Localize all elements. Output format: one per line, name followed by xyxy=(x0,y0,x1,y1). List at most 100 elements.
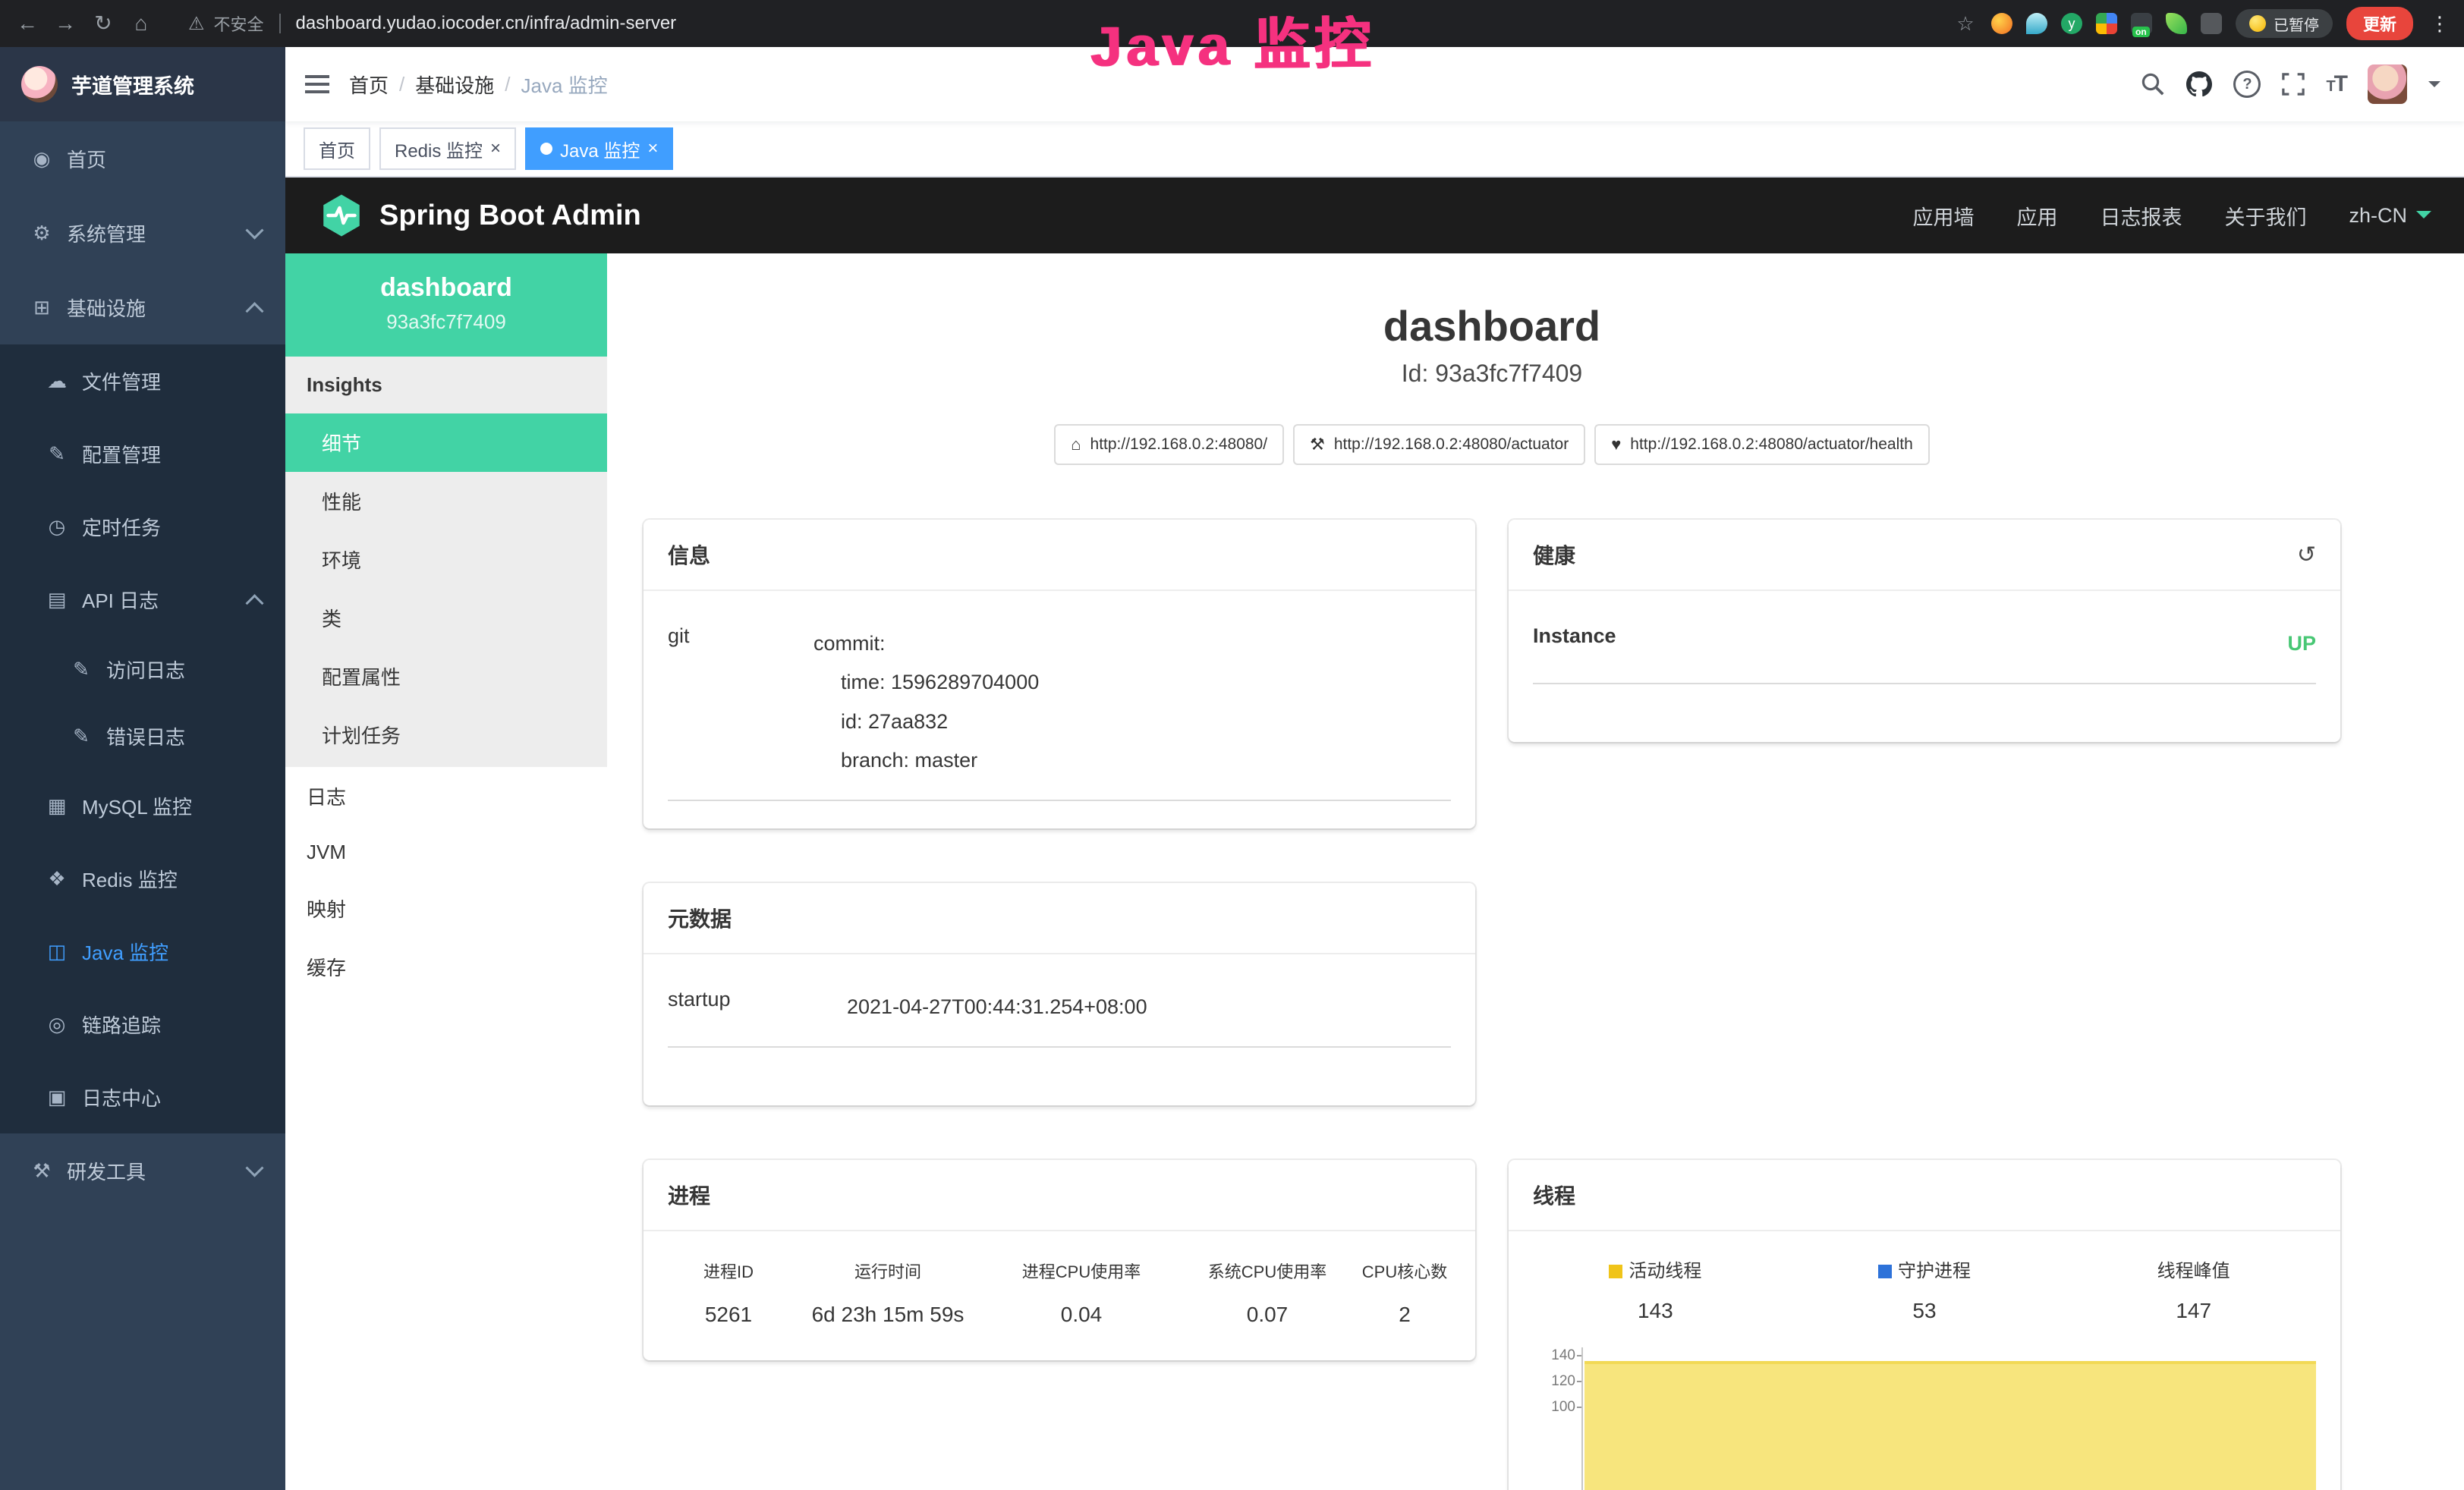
gear-icon: ⚙ xyxy=(30,222,53,245)
sidebar-item-error-logs[interactable]: ✎ 错误日志 xyxy=(0,703,285,769)
sba-item-metrics[interactable]: 性能 xyxy=(285,472,607,530)
info-card-title: 信息 xyxy=(644,520,1475,591)
sidebar-item-infrastructure[interactable]: ⊞ 基础设施 xyxy=(0,270,285,344)
link-actuator-url[interactable]: ⚒ http://192.168.0.2:48080/actuator xyxy=(1293,424,1585,465)
avatar[interactable] xyxy=(2368,64,2407,104)
tab-redis-monitor[interactable]: Redis 监控 × xyxy=(379,127,516,170)
sidebar-item-java-monitor[interactable]: ◫ Java 监控 xyxy=(0,915,285,988)
link-text: http://192.168.0.2:48080/actuator xyxy=(1334,435,1569,454)
sidebar-item-label: 访问日志 xyxy=(106,655,185,684)
extension-fox-icon[interactable] xyxy=(1991,13,2012,34)
sba-item-details[interactable]: 细节 xyxy=(285,413,607,472)
peak-threads-value: 147 xyxy=(2059,1299,2328,1323)
sba-item-configprops[interactable]: 配置属性 xyxy=(285,647,607,706)
sba-item-mappings[interactable]: 映射 xyxy=(285,879,607,938)
extension-drop-icon[interactable] xyxy=(2026,13,2047,34)
sidebar-item-tracing[interactable]: ◎ 链路追踪 xyxy=(0,988,285,1061)
sba-brand[interactable]: Spring Boot Admin xyxy=(319,193,641,238)
sidebar-item-label: API 日志 xyxy=(82,586,159,614)
browser-menu-icon[interactable]: ⋮ xyxy=(2430,12,2450,36)
breadcrumb-infrastructure[interactable]: 基础设施 xyxy=(415,71,494,99)
tab-home[interactable]: 首页 xyxy=(304,127,370,170)
sba-item-scheduled-tasks[interactable]: 计划任务 xyxy=(285,706,607,764)
java-monitor-icon: ◫ xyxy=(46,940,68,963)
sidebar-item-system[interactable]: ⚙ 系统管理 xyxy=(0,196,285,270)
sba-item-beans[interactable]: 类 xyxy=(285,589,607,647)
address-bar[interactable]: ⚠ 不安全 dashboard.yudao.iocoder.cn/infra/a… xyxy=(188,11,676,36)
sidebar-item-label: 配置管理 xyxy=(82,440,161,468)
url-text[interactable]: dashboard.yudao.iocoder.cn/infra/admin-s… xyxy=(296,13,677,34)
smiley-icon xyxy=(2249,15,2266,32)
chevron-down-icon xyxy=(2416,211,2431,226)
sidebar-item-mysql-monitor[interactable]: ▦ MySQL 监控 xyxy=(0,769,285,842)
sba-item-jvm[interactable]: JVM xyxy=(285,825,607,879)
screen: ← → ↻ ⌂ ⚠ 不安全 dashboard.yudao.iocoder.cn… xyxy=(0,0,2464,1490)
tab-java-monitor[interactable]: Java 监控 × xyxy=(525,127,673,170)
paused-extension-chip[interactable]: 已暂停 xyxy=(2236,9,2333,38)
github-icon[interactable] xyxy=(2186,71,2212,97)
breadcrumb-separator: / xyxy=(505,73,510,96)
update-button[interactable]: 更新 xyxy=(2346,7,2413,40)
bookmark-star-icon[interactable]: ☆ xyxy=(1953,0,1978,47)
sba-sidebar: dashboard 93a3fc7f7409 Insights 细节 性能 环境… xyxy=(285,253,607,1490)
link-health-url[interactable]: ♥ http://192.168.0.2:48080/actuator/heal… xyxy=(1594,424,1930,465)
sba-item-loggers[interactable]: 日志 xyxy=(285,767,607,825)
extension-leaf-icon[interactable] xyxy=(2166,13,2187,34)
chevron-up-icon xyxy=(245,594,263,612)
fullscreen-icon[interactable] xyxy=(2282,73,2305,96)
history-icon[interactable]: ↺ xyxy=(2297,542,2316,568)
tab-label: 首页 xyxy=(319,136,355,162)
sidebar-item-label: 文件管理 xyxy=(82,367,161,395)
hamburger-icon[interactable] xyxy=(285,75,349,93)
active-threads-swatch xyxy=(1609,1265,1622,1278)
sidebar-item-log-center[interactable]: ▣ 日志中心 xyxy=(0,1061,285,1133)
forward-icon[interactable]: → xyxy=(53,0,77,47)
sba-nav-about[interactable]: 关于我们 xyxy=(2224,201,2306,231)
link-base-url[interactable]: ⌂ http://192.168.0.2:48080/ xyxy=(1054,424,1284,465)
font-size-icon[interactable]: TT xyxy=(2326,71,2346,97)
process-value-syscpu: 0.07 xyxy=(1176,1303,1358,1327)
app-logo-area[interactable]: 芋道管理系统 xyxy=(0,47,285,121)
active-threads-value: 143 xyxy=(1521,1299,1790,1323)
sidebar-item-config-management[interactable]: ✎ 配置管理 xyxy=(0,417,285,490)
sidebar-item-file-management[interactable]: ☁ 文件管理 xyxy=(0,344,285,417)
help-icon[interactable]: ? xyxy=(2233,71,2261,98)
insights-group-label[interactable]: Insights xyxy=(285,357,607,413)
sba-nav-applications[interactable]: 应用 xyxy=(2016,201,2057,231)
metadata-row-startup: startup 2021-04-27T00:44:31.254+08:00 xyxy=(668,963,1451,1048)
info-key: git xyxy=(668,624,813,780)
extension-grid-icon[interactable] xyxy=(2096,13,2117,34)
sba-logo-icon xyxy=(319,193,364,238)
process-header-pid: 进程ID xyxy=(668,1259,789,1283)
sba-item-environment[interactable]: 环境 xyxy=(285,530,607,589)
cards-grid: 信息 git commit: time: 1596289704000 id: 2… xyxy=(644,520,2464,1490)
browser-home-icon[interactable]: ⌂ xyxy=(129,0,153,47)
process-header-cores: CPU核心数 xyxy=(1358,1259,1451,1283)
threads-card: 线程 活动线程 143 守护进程 53 xyxy=(1509,1160,2340,1490)
threads-chart-yaxis: 140 120 100 xyxy=(1530,1347,1581,1490)
sidebar-item-home[interactable]: ◉ 首页 xyxy=(0,121,285,196)
sba-locale-select[interactable]: zh-CN xyxy=(2349,204,2431,228)
sba-nav-journal[interactable]: 日志报表 xyxy=(2100,201,2182,231)
active-tab-dot xyxy=(540,143,552,155)
sidebar-item-scheduled-jobs[interactable]: ◷ 定时任务 xyxy=(0,490,285,563)
sidebar-item-api-logs[interactable]: ▤ API 日志 xyxy=(0,563,285,636)
sidebar-item-access-logs[interactable]: ✎ 访问日志 xyxy=(0,636,285,703)
search-icon[interactable] xyxy=(2141,72,2165,96)
close-icon[interactable]: × xyxy=(647,140,658,158)
sidebar-item-redis-monitor[interactable]: ❖ Redis 监控 xyxy=(0,842,285,915)
extension-y-icon[interactable]: y xyxy=(2061,13,2082,34)
sba-item-caches[interactable]: 缓存 xyxy=(285,938,607,996)
reload-icon[interactable]: ↻ xyxy=(91,0,115,47)
extension-onetab-icon[interactable]: on xyxy=(2131,13,2152,34)
instance-header[interactable]: dashboard 93a3fc7f7409 xyxy=(285,253,607,357)
health-card-title: 健康 xyxy=(1533,539,1575,570)
sidebar-item-dev-tools[interactable]: ⚒ 研发工具 xyxy=(0,1133,285,1208)
git-commit-id: id: 27aa832 xyxy=(841,703,1451,741)
extension-plugin-icon[interactable] xyxy=(2201,13,2222,34)
sba-nav-wallboard[interactable]: 应用墙 xyxy=(1912,201,1974,231)
process-header-uptime: 运行时间 xyxy=(789,1259,987,1283)
breadcrumb-home[interactable]: 首页 xyxy=(349,71,389,99)
close-icon[interactable]: × xyxy=(490,140,501,158)
back-icon[interactable]: ← xyxy=(15,0,39,47)
